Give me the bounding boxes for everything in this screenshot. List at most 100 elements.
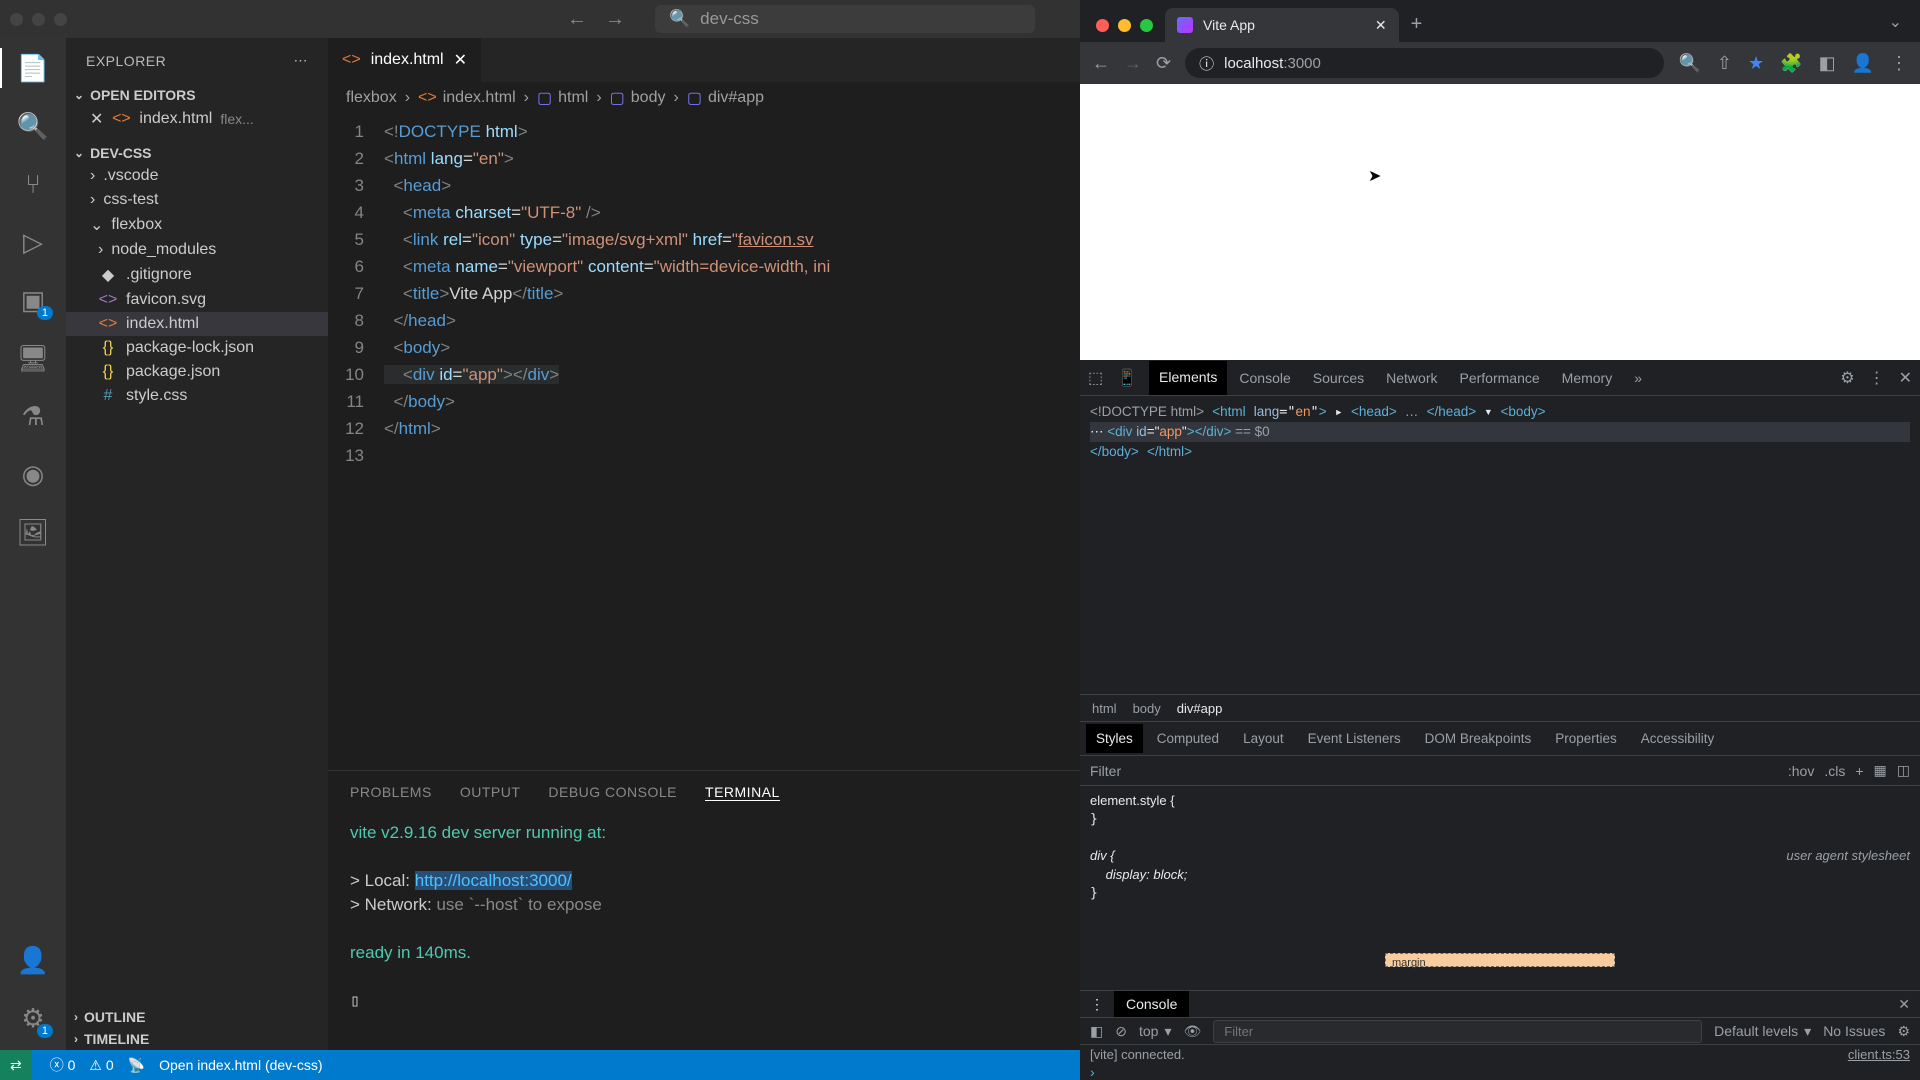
- cls-toggle[interactable]: .cls: [1824, 763, 1845, 779]
- file-index-html[interactable]: <>index.html: [66, 312, 328, 336]
- close-tab-icon[interactable]: ✕: [454, 50, 467, 70]
- browser-tab[interactable]: Vite App ✕: [1165, 8, 1399, 42]
- outline-header[interactable]: ›OUTLINE: [66, 1006, 328, 1028]
- reload-icon[interactable]: ⟳: [1156, 53, 1171, 74]
- tab-problems[interactable]: PROBLEMS: [350, 784, 432, 800]
- sidebar-toggle-icon[interactable]: ◧: [1090, 1023, 1103, 1040]
- live-expression-icon[interactable]: 👁: [1183, 1023, 1201, 1040]
- breadcrumb-item[interactable]: ▢html: [537, 88, 588, 108]
- breadcrumb-item[interactable]: ▢div#app: [687, 88, 764, 108]
- crumb-html[interactable]: html: [1092, 701, 1117, 716]
- remote-explorer-icon[interactable]: 🖥: [17, 342, 49, 374]
- window-controls[interactable]: [10, 13, 67, 26]
- search-activity-icon[interactable]: 🔍: [17, 110, 49, 142]
- new-tab-button[interactable]: +: [1399, 13, 1435, 42]
- crumb-body[interactable]: body: [1133, 701, 1161, 716]
- nav-back-icon[interactable]: ←: [567, 8, 587, 31]
- computed-toggle-icon[interactable]: ▦: [1874, 762, 1887, 779]
- tab-styles[interactable]: Styles: [1086, 724, 1143, 753]
- more-icon[interactable]: ⋮: [1869, 368, 1885, 388]
- share-icon[interactable]: ⇧: [1717, 53, 1732, 74]
- console-source-link[interactable]: client.ts:53: [1848, 1047, 1910, 1062]
- maximize-dot[interactable]: [54, 13, 67, 26]
- maximize-dot[interactable]: [1140, 19, 1153, 32]
- tab-console[interactable]: Console: [1229, 362, 1300, 394]
- tab-sources[interactable]: Sources: [1303, 362, 1374, 394]
- tab-terminal[interactable]: TERMINAL: [705, 784, 780, 801]
- close-dot[interactable]: [10, 13, 23, 26]
- explorer-icon[interactable]: 📄: [17, 52, 49, 84]
- broadcast-icon[interactable]: 📡: [128, 1057, 145, 1074]
- tab-accessibility[interactable]: Accessibility: [1631, 724, 1725, 753]
- tab-memory[interactable]: Memory: [1552, 362, 1623, 394]
- breadcrumb-item[interactable]: flexbox: [346, 89, 397, 107]
- breadcrumb-item[interactable]: <>index.html: [418, 89, 516, 107]
- zoom-icon[interactable]: 🔍: [1678, 53, 1700, 74]
- close-tab-icon[interactable]: ✕: [1375, 17, 1387, 34]
- more-tabs-icon[interactable]: »: [1624, 362, 1652, 394]
- remote-indicator[interactable]: ⇄: [0, 1050, 32, 1080]
- bookmark-icon[interactable]: ★: [1748, 53, 1764, 74]
- tab-dom-breakpoints[interactable]: DOM Breakpoints: [1415, 724, 1542, 753]
- images-icon[interactable]: 🖼: [17, 516, 49, 548]
- run-debug-icon[interactable]: ▷: [17, 226, 49, 258]
- styles-filter-input[interactable]: Filter: [1090, 763, 1778, 779]
- breadcrumb-item[interactable]: ▢body: [610, 88, 666, 108]
- breadcrumbs[interactable]: flexbox› <>index.html› ▢html› ▢body› ▢di…: [328, 82, 1080, 114]
- tab-network[interactable]: Network: [1376, 362, 1447, 394]
- settings-gear-icon[interactable]: ⚙1: [17, 1002, 49, 1034]
- tab-computed[interactable]: Computed: [1147, 724, 1229, 753]
- status-open-file[interactable]: Open index.html (dev-css): [159, 1057, 322, 1073]
- profile-icon[interactable]: 👤: [1852, 53, 1874, 74]
- forward-icon[interactable]: →: [1124, 53, 1142, 74]
- device-toggle-icon[interactable]: 📱: [1117, 368, 1137, 388]
- close-drawer-icon[interactable]: ✕: [1898, 996, 1910, 1013]
- console-settings-icon[interactable]: ⚙: [1897, 1023, 1910, 1040]
- inspect-icon[interactable]: ⬚: [1088, 368, 1103, 388]
- tab-output[interactable]: OUTPUT: [460, 784, 521, 800]
- no-issues[interactable]: No Issues: [1823, 1023, 1885, 1039]
- open-editor-item[interactable]: ✕ <> index.html flex...: [66, 106, 328, 132]
- file-style-css[interactable]: #style.css: [66, 384, 328, 408]
- styles-pane[interactable]: element.style {} user agent stylesheet d…: [1080, 786, 1920, 990]
- crumb-divapp[interactable]: div#app: [1177, 701, 1223, 716]
- tab-debug-console[interactable]: DEBUG CONSOLE: [548, 784, 677, 800]
- drawer-menu-icon[interactable]: ⋮: [1090, 996, 1104, 1013]
- context-selector[interactable]: top ▾: [1139, 1023, 1172, 1040]
- elements-breadcrumbs[interactable]: html body div#app: [1080, 694, 1920, 722]
- new-rule-icon[interactable]: +: [1855, 763, 1863, 779]
- console-filter-input[interactable]: [1213, 1020, 1702, 1043]
- console-prompt[interactable]: ›: [1080, 1064, 1920, 1080]
- folder-vscode[interactable]: ›.vscode: [66, 164, 328, 188]
- log-levels[interactable]: Default levels ▾: [1714, 1023, 1811, 1040]
- nav-forward-icon[interactable]: →: [605, 8, 625, 31]
- edge-icon[interactable]: ◉: [17, 458, 49, 490]
- menu-icon[interactable]: ⋮: [1890, 53, 1908, 74]
- tab-event-listeners[interactable]: Event Listeners: [1298, 724, 1411, 753]
- source-control-icon[interactable]: ⑂: [17, 168, 49, 200]
- open-editors-header[interactable]: ⌄OPEN EDITORS: [66, 84, 328, 106]
- close-dot[interactable]: [1096, 19, 1109, 32]
- timeline-header[interactable]: ›TIMELINE: [66, 1028, 328, 1050]
- hov-toggle[interactable]: :hov: [1788, 763, 1814, 779]
- file-favicon[interactable]: <>favicon.svg: [66, 288, 328, 312]
- testing-icon[interactable]: ⚗: [17, 400, 49, 432]
- tab-performance[interactable]: Performance: [1450, 362, 1550, 394]
- site-info-icon[interactable]: ⓘ: [1199, 53, 1214, 74]
- extensions-icon[interactable]: 🧩: [1780, 53, 1802, 74]
- console-tab[interactable]: Console: [1114, 991, 1189, 1017]
- extensions-icon[interactable]: ▣1: [17, 284, 49, 316]
- terminal[interactable]: vite v2.9.16 dev server running at: > Lo…: [328, 813, 1080, 1050]
- code-content[interactable]: <!DOCTYPE html> <html lang="en"> <head> …: [384, 118, 1080, 770]
- project-header[interactable]: ⌄DEV-CSS: [66, 142, 328, 164]
- command-center[interactable]: 🔍 dev-css: [655, 5, 1035, 33]
- accounts-icon[interactable]: 👤: [17, 944, 49, 976]
- file-package-lock[interactable]: {}package-lock.json: [66, 336, 328, 360]
- errors-count[interactable]: ⓧ 0: [50, 1055, 76, 1075]
- tab-properties[interactable]: Properties: [1545, 724, 1627, 753]
- warnings-count[interactable]: ⚠ 0: [89, 1057, 113, 1074]
- tab-elements[interactable]: Elements: [1149, 361, 1227, 395]
- tab-layout[interactable]: Layout: [1233, 724, 1294, 753]
- folder-flexbox[interactable]: ⌄flexbox: [66, 212, 328, 238]
- window-controls[interactable]: [1096, 19, 1153, 32]
